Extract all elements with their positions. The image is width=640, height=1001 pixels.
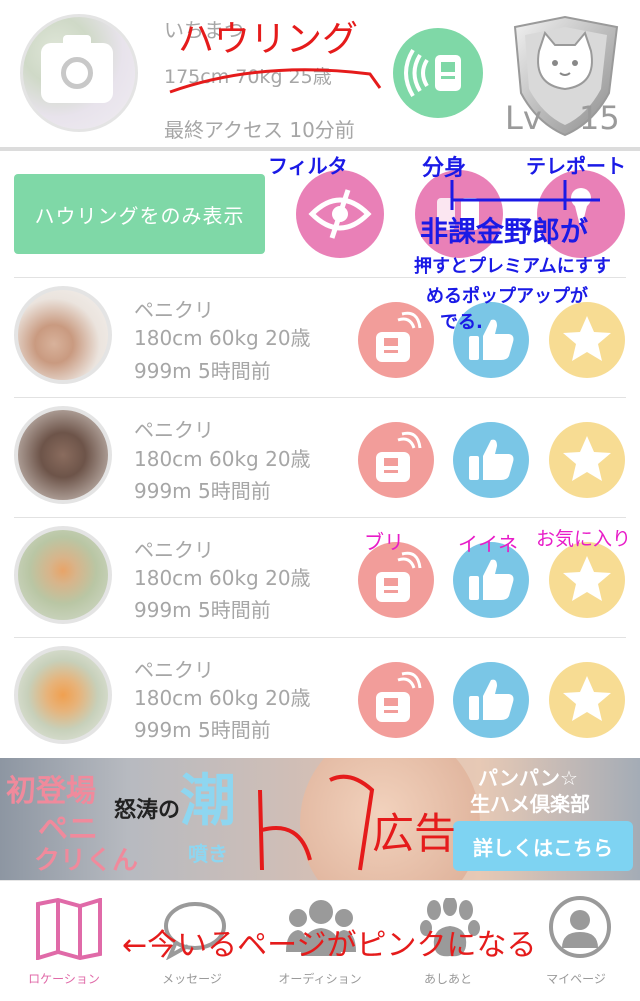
annotation-buri: ブリ (364, 530, 404, 554)
annotation-howling: ハウリング (178, 19, 359, 60)
annotation-clone: 分身 (422, 156, 467, 181)
annotation-non-paying-4: でる. (440, 312, 483, 333)
annotation-non-paying-3: めるポップアップが (426, 286, 588, 307)
annotation-like: イイネ (458, 532, 518, 556)
annotation-non-paying-2: 押すとプレミアムにすす (414, 256, 611, 277)
annotation-teleport: テレポート (526, 154, 626, 178)
annotation-current-page: ←今いるページがピンクになる (122, 928, 537, 963)
annotation-ad: 広告 (372, 809, 457, 858)
annotation-non-paying-1: 非課金野郎が (420, 215, 589, 248)
annotation-favorite: お気に入り (536, 528, 632, 550)
annotation-filter: フィルタ (268, 154, 348, 178)
